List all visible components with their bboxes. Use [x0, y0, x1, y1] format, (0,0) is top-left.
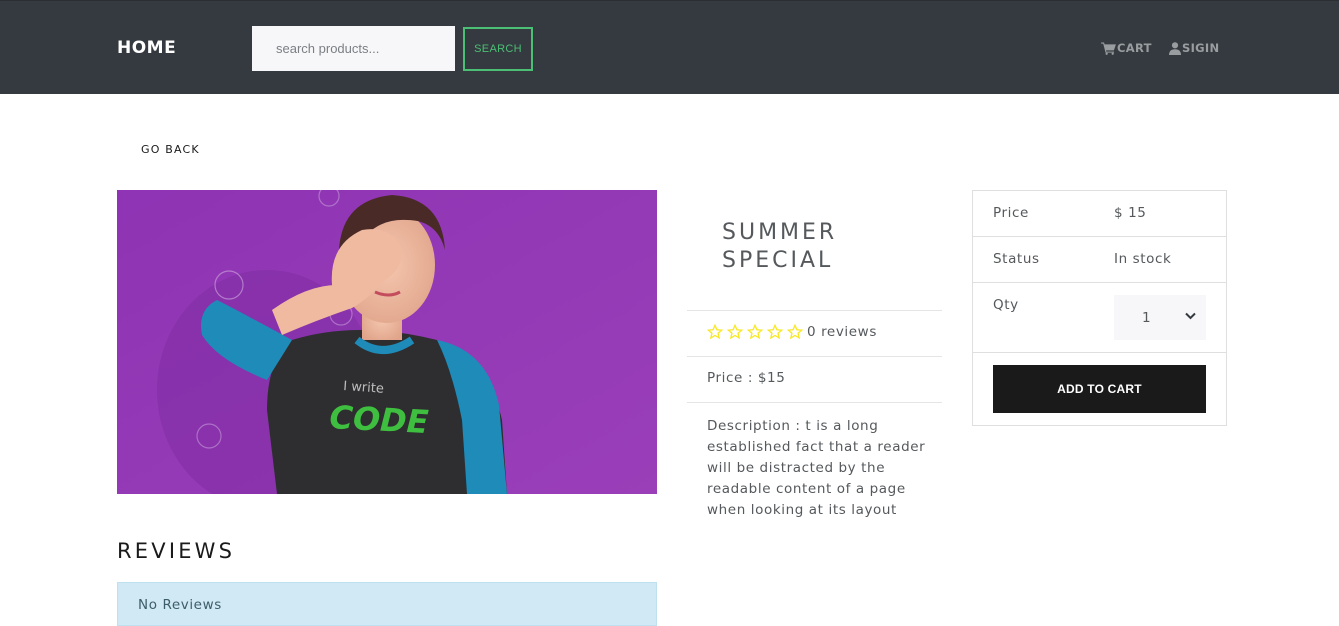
reviews-heading: REVIEWS [117, 539, 236, 563]
cart-link[interactable]: CART [1101, 41, 1152, 55]
qty-value: 1 [1142, 309, 1151, 326]
signin-label: SIGIN [1182, 41, 1220, 55]
product-photo: I write CODE [117, 190, 657, 494]
user-icon [1169, 41, 1181, 55]
product-price: Price : $15 [707, 370, 786, 386]
product-image: I write CODE [117, 190, 657, 494]
purchase-card: Price $ 15 Status In stock Qty 1 ADD TO … [972, 190, 1227, 426]
star-empty-icon [727, 324, 743, 340]
shirt-text-small: I write [343, 379, 385, 397]
card-row-price: Price $ 15 [973, 191, 1226, 237]
search-input[interactable] [252, 26, 455, 71]
card-row-status: Status In stock [973, 237, 1226, 283]
search-button[interactable]: SEARCH [463, 27, 533, 71]
status-value: In stock [1114, 251, 1172, 267]
star-empty-icon [707, 324, 723, 340]
cart-label: CART [1117, 41, 1152, 55]
price-label: Price [993, 205, 1029, 221]
status-label: Status [993, 251, 1040, 267]
divider [687, 356, 942, 357]
chevron-down-icon [1185, 312, 1196, 320]
shirt-text-large: CODE [329, 398, 430, 441]
star-empty-icon [787, 324, 803, 340]
go-back-button[interactable]: GO BACK [141, 143, 200, 156]
price-value: $ 15 [1114, 205, 1147, 221]
no-reviews-alert: No Reviews [117, 582, 657, 626]
product-title-line-2: SPECIAL [722, 248, 834, 273]
product-description: Description : t is a long established fa… [707, 418, 926, 518]
star-empty-icon [747, 324, 763, 340]
home-link[interactable]: HOME [117, 38, 176, 58]
qty-label: Qty [993, 297, 1019, 313]
add-to-cart-button[interactable]: ADD TO CART [993, 365, 1206, 413]
product-title-line-1: SUMMER [722, 220, 838, 245]
divider [687, 310, 942, 311]
card-row-qty: Qty 1 [973, 283, 1226, 353]
cart-icon [1101, 41, 1116, 55]
qty-select[interactable]: 1 [1114, 295, 1206, 340]
product-title: SUMMER SPECIAL [722, 219, 922, 275]
divider [687, 402, 942, 403]
navbar: HOME SEARCH CART SIGIN [0, 0, 1339, 94]
star-empty-icon [767, 324, 783, 340]
reviews-count: 0 reviews [807, 324, 877, 340]
signin-link[interactable]: SIGIN [1169, 41, 1219, 55]
rating: 0 reviews [707, 324, 877, 340]
